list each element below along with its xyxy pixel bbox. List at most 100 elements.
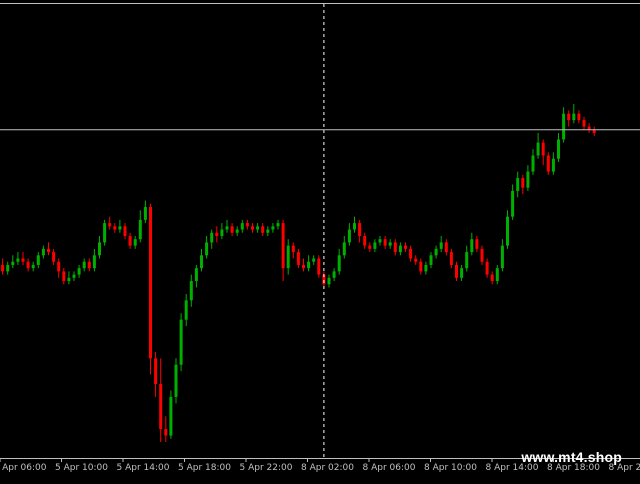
candle <box>307 255 311 272</box>
candle-body <box>154 358 158 385</box>
candle-body <box>302 264 305 269</box>
candle-body <box>363 235 367 246</box>
candle-body <box>536 142 540 156</box>
candle-body <box>327 277 331 285</box>
candle <box>143 200 147 224</box>
candle-body <box>164 429 168 436</box>
candle-body <box>562 113 566 140</box>
candle <box>516 171 520 198</box>
candle-body <box>353 223 356 230</box>
candlestick-chart-svg[interactable]: 5 Apr 06:00 5 Apr 10:00 5 Apr 14:00 5 Apr 1… <box>0 0 640 480</box>
candle <box>82 258 86 272</box>
candle-body <box>485 261 489 275</box>
candle <box>495 264 499 285</box>
candle-body <box>189 281 193 301</box>
candle-body <box>434 248 438 256</box>
candle-body <box>551 158 555 172</box>
candle <box>506 210 509 249</box>
candle <box>87 258 91 272</box>
candle <box>358 219 362 243</box>
candle <box>26 258 30 272</box>
candle <box>169 390 173 439</box>
candle-body <box>26 261 30 269</box>
candle-body <box>449 252 453 265</box>
candle-body <box>439 242 443 249</box>
candle <box>41 245 45 259</box>
candle-body <box>118 226 122 230</box>
candle-body <box>582 120 586 127</box>
candle <box>159 358 163 442</box>
candle-body <box>500 245 504 269</box>
candle <box>475 235 479 253</box>
candle-body <box>383 239 387 246</box>
candle <box>546 152 550 175</box>
candle <box>6 261 10 275</box>
candle <box>485 258 489 278</box>
candle <box>449 248 453 269</box>
candle-body <box>465 252 469 269</box>
candle <box>205 235 209 259</box>
price-chart[interactable]: 5 Apr 06:00 5 Apr 10:00 5 Apr 14:00 5 Apr 1… <box>0 0 640 480</box>
candle <box>429 252 433 269</box>
candle-body <box>495 268 499 282</box>
candle-body <box>281 223 285 269</box>
candle <box>404 242 407 253</box>
candle <box>296 248 300 269</box>
candle <box>470 232 474 256</box>
candle-body <box>429 255 433 265</box>
candle <box>592 126 596 137</box>
candle <box>1 258 5 275</box>
candle <box>511 184 515 220</box>
candle <box>245 219 249 230</box>
candle <box>225 219 229 233</box>
candle <box>414 255 418 265</box>
candle <box>21 252 25 265</box>
candle-body <box>307 261 311 269</box>
candle <box>256 223 260 233</box>
candle-body <box>419 261 423 272</box>
candle-body <box>245 223 249 227</box>
candle <box>439 235 443 253</box>
candle <box>378 235 382 246</box>
candle <box>16 252 20 265</box>
candle <box>92 248 96 272</box>
candle-body <box>82 261 86 269</box>
candle-body <box>317 258 321 275</box>
candle-body <box>577 113 581 121</box>
candle <box>424 261 428 275</box>
candle-body <box>194 268 198 282</box>
candle <box>215 226 219 243</box>
candle-body <box>256 226 260 230</box>
candle-body <box>57 261 61 272</box>
candle <box>383 235 387 249</box>
candle <box>57 258 61 278</box>
candle-body <box>210 232 214 243</box>
candle-body <box>62 271 66 282</box>
candle-body <box>342 242 346 256</box>
candle <box>276 219 280 230</box>
candle <box>200 248 203 272</box>
candle-body <box>490 274 494 282</box>
candle <box>118 219 122 233</box>
candle <box>128 232 132 249</box>
candle-body <box>128 235 132 246</box>
candle <box>210 229 214 249</box>
candle <box>286 239 290 275</box>
candle-body <box>404 245 407 249</box>
candle-body <box>572 113 576 121</box>
candle-body <box>521 178 525 188</box>
candle <box>220 223 224 240</box>
candle-body <box>230 226 234 233</box>
candle-body <box>47 248 50 253</box>
candle-body <box>296 252 300 265</box>
candle-body <box>424 264 428 272</box>
candle-body <box>291 245 295 253</box>
candle <box>465 245 469 272</box>
candle-body <box>541 142 545 156</box>
candle-body <box>373 242 377 249</box>
candle-body <box>455 264 458 278</box>
candle-body <box>215 232 219 236</box>
time-axis-label: 5 Apr 10:00 <box>55 463 108 473</box>
candle <box>240 219 244 233</box>
candle-body <box>398 245 402 253</box>
